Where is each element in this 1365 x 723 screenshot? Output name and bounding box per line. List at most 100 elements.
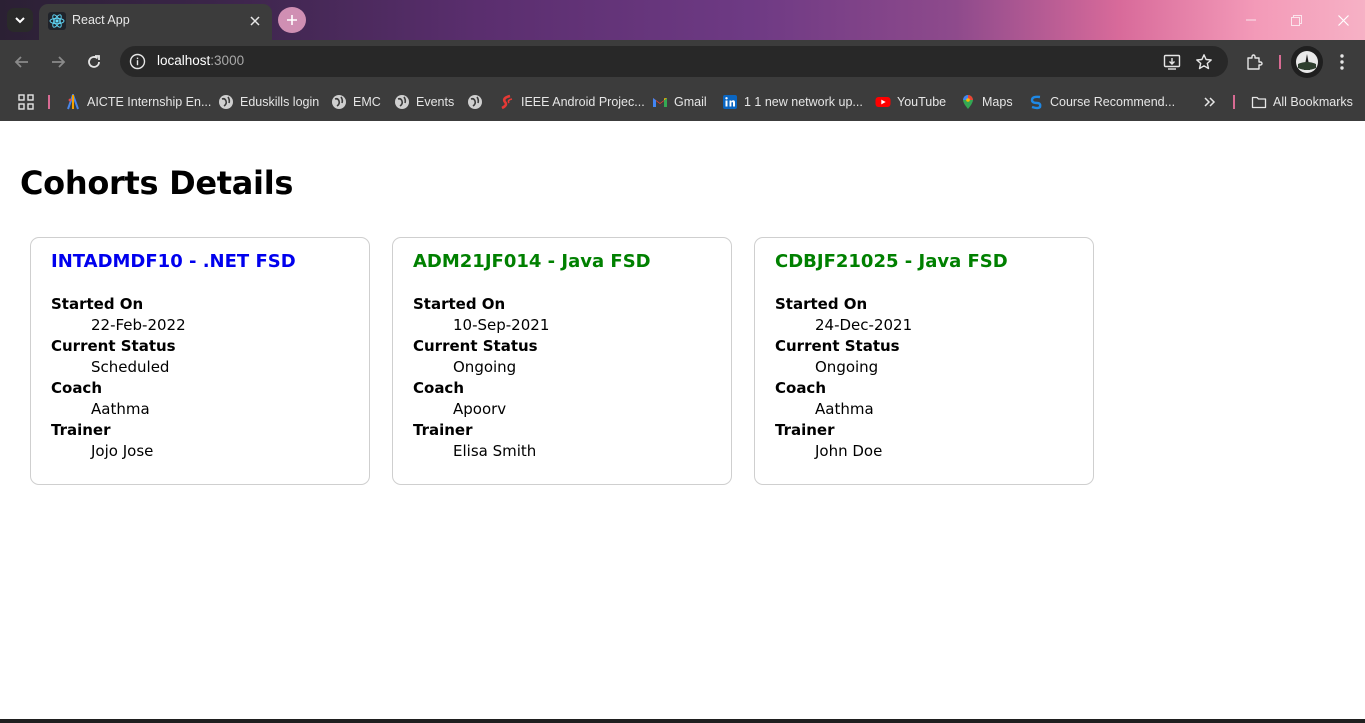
cohort-title: ADM21JF014 - Java FSD [413,251,651,272]
bookmark-youtube[interactable]: YouTube [875,92,946,112]
cohort-title: INTADMDF10 - .NET FSD [51,251,296,272]
restore-button[interactable] [1286,10,1306,30]
bookmark-label: Events [416,95,455,109]
current-status-label: Current Status [775,337,900,355]
bookmark-events[interactable]: Events [394,92,454,112]
cohort-title: CDBJF21025 - Java FSD [775,251,1008,272]
url-text[interactable]: localhost:3000 [157,53,244,68]
profile-avatar[interactable] [1291,46,1323,78]
cohort-details: Started On 10-Sep-2021 Current Status On… [413,294,549,462]
current-status-value: Ongoing [453,358,517,376]
apps-button[interactable] [18,92,34,112]
trainer-value: Elisa Smith [453,442,537,460]
taskbar-edge [0,719,1365,723]
close-window-button[interactable] [1333,10,1353,30]
started-on-label: Started On [775,295,868,313]
bookmark-eduskills[interactable]: Eduskills login [218,92,319,112]
arrow-right-icon [52,56,66,68]
globe-icon [331,94,347,110]
globe-icon [467,94,483,110]
coach-label: Coach [775,379,827,397]
cohort-details: Started On 22-Feb-2022 Current Status Sc… [51,294,186,462]
install-icon [1163,54,1181,70]
bookmark-label: Gmail [674,95,707,109]
toolbar-divider [1279,55,1281,69]
extensions-button[interactable] [1242,50,1266,74]
started-on-value: 10-Sep-2021 [453,316,550,334]
more-vertical-icon [1340,54,1344,70]
trainer-label: Trainer [413,421,473,439]
chevron-down-icon [15,17,25,24]
bookmarks-divider [1233,95,1235,109]
tab-search-button[interactable] [7,8,33,32]
back-button[interactable] [10,50,34,74]
trainer-label: Trainer [775,421,835,439]
browser-tab-active[interactable]: React App [39,4,272,40]
maps-icon [960,94,976,110]
close-icon [1337,14,1349,26]
bookmark-star-button[interactable] [1193,51,1215,73]
gmail-icon [652,94,668,110]
bookmarks-divider [48,95,50,109]
all-bookmarks-button[interactable]: All Bookmarks [1251,92,1353,112]
started-on-value: 24-Dec-2021 [815,316,913,334]
star-icon [1196,54,1212,70]
started-on-label: Started On [413,295,506,313]
bookmark-emc[interactable]: EMC [331,92,381,112]
url-port: :3000 [210,53,245,68]
browser-menu-button[interactable] [1330,50,1354,74]
started-on-value: 22-Feb-2022 [91,316,186,334]
tab-close-button[interactable] [245,11,265,31]
current-status-label: Current Status [413,337,538,355]
bookmark-aicte[interactable]: AICTE Internship En... [65,92,211,112]
bookmark-linkedin[interactable]: 1 1 new network up... [722,92,863,112]
bookmark-label: 1 1 new network up... [744,95,863,109]
minimize-icon [1246,19,1256,21]
bookmark-course-recommend[interactable]: Course Recommend... [1028,92,1175,112]
folder-icon [1251,94,1267,110]
bookmark-label: Course Recommend... [1050,95,1176,109]
coach-label: Coach [51,379,103,397]
current-status-value: Scheduled [91,358,170,376]
cohort-card: INTADMDF10 - .NET FSD Started On 22-Feb-… [30,237,370,485]
profile-picture-icon [1296,51,1318,73]
reload-icon [88,55,100,68]
ieee-icon [499,94,515,110]
bookmarks-bar: AICTE Internship En... Eduskills login E… [0,83,1365,121]
cohort-card: ADM21JF014 - Java FSD Started On 10-Sep-… [392,237,732,485]
reload-button[interactable] [82,50,106,74]
address-bar[interactable]: localhost:3000 [120,46,1228,77]
url-host: localhost [157,53,211,68]
browser-toolbar: localhost:3000 [0,40,1365,83]
trainer-label: Trainer [51,421,111,439]
react-icon [48,12,66,30]
site-info-icon[interactable] [128,52,147,71]
trainer-value: John Doe [815,442,883,460]
bookmark-label: EMC [353,95,381,109]
more-bookmarks-button[interactable] [1203,92,1217,112]
cohort-details: Started On 24-Dec-2021 Current Status On… [775,294,912,462]
current-status-label: Current Status [51,337,176,355]
apps-grid-icon [18,94,34,110]
page-title: Cohorts Details [20,164,294,202]
install-app-button[interactable] [1161,51,1183,73]
bookmark-maps[interactable]: Maps [960,92,1013,112]
browser-tab-strip: React App [0,0,1365,40]
bookmark-label: Maps [982,95,1013,109]
course-icon [1028,94,1044,110]
bookmark-untitled[interactable] [467,92,489,112]
coach-value: Apoorv [453,400,507,418]
new-tab-button[interactable] [278,7,306,33]
bookmark-gmail[interactable]: Gmail [652,92,707,112]
globe-icon [394,94,410,110]
tab-title: React App [72,13,130,27]
bookmark-ieee[interactable]: IEEE Android Projec... [499,92,645,112]
globe-icon [218,94,234,110]
bookmark-label: AICTE Internship En... [87,95,212,109]
forward-button[interactable] [46,50,70,74]
bookmark-label: YouTube [897,95,947,109]
coach-value: Aathma [91,400,150,418]
aicte-icon [65,94,81,110]
minimize-button[interactable] [1241,10,1261,30]
youtube-icon [875,94,891,110]
